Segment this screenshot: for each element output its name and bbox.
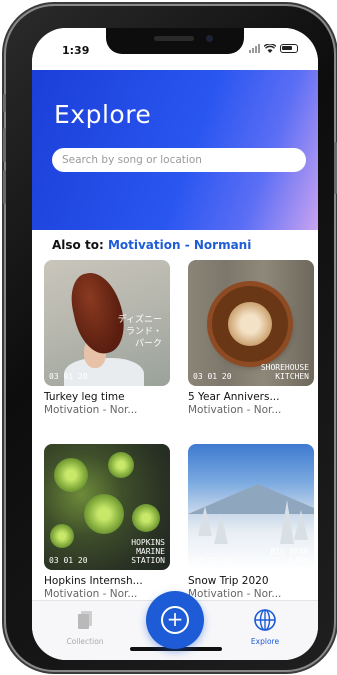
wifi-icon [264, 44, 276, 53]
volume-up-button [3, 128, 6, 162]
phone-frame: 1:39 Explore Also to: Motivation - Norma… [3, 6, 337, 670]
memory-thumbnail: 02 29 20 BIG BEAR LAKE [188, 444, 314, 570]
memory-location: SHOREHOUSE KITCHEN [260, 363, 309, 381]
screen: 1:39 Explore Also to: Motivation - Norma… [32, 28, 318, 660]
notch [106, 28, 244, 54]
memory-subtitle: Motivation - Nor... [44, 404, 138, 416]
search-input[interactable] [52, 148, 306, 172]
memory-date: 02 29 20 [193, 556, 232, 565]
also-to-label: Also to: [52, 238, 104, 252]
memory-location: HOPKINS MARINE STATION [131, 538, 165, 565]
status-icons [249, 44, 298, 53]
memory-card[interactable]: 03 01 20 SHOREHOUSE KITCHEN 5 Year Anniv… [188, 260, 314, 416]
tab-explore-label: Explore [250, 637, 280, 646]
memory-date: 03 01 20 [49, 556, 88, 565]
memory-title: Turkey leg time [44, 391, 125, 403]
signal-icon [249, 44, 260, 53]
tab-collection[interactable]: Collection [50, 609, 120, 646]
memory-subtitle: Motivation - Nor... [188, 404, 282, 416]
collection-icon [78, 611, 92, 629]
playlist-link[interactable]: Motivation - Normani [108, 238, 251, 252]
memory-thumbnail: ディズニー ランド・ パーク 03 01 20 [44, 260, 170, 386]
memory-thumbnail: 03 01 20 HOPKINS MARINE STATION [44, 444, 170, 570]
battery-icon [280, 44, 298, 53]
memory-title: 5 Year Annivers... [188, 391, 280, 403]
front-camera [206, 35, 213, 42]
memory-date: 03 01 20 [193, 372, 232, 381]
plus-icon: + [161, 606, 189, 634]
memory-title: Snow Trip 2020 [188, 575, 269, 587]
also-to-line: Also to: Motivation - Normani [52, 238, 251, 252]
memory-card[interactable]: 02 29 20 BIG BEAR LAKE Snow Trip 2020 Mo… [188, 444, 314, 600]
volume-down-button [3, 170, 6, 204]
add-memory-button[interactable]: + [146, 591, 204, 649]
globe-icon [254, 609, 276, 631]
thumbnail-overlay-text: ディズニー ランド・ パーク [117, 315, 162, 349]
mute-switch [3, 94, 6, 112]
memory-subtitle: Motivation - Nor... [188, 588, 282, 600]
page-title: Explore [54, 100, 152, 129]
memory-location: BIG BEAR LAKE [270, 547, 309, 565]
memory-date: 03 01 20 [49, 372, 88, 381]
memory-card[interactable]: ディズニー ランド・ パーク 03 01 20 Turkey leg time … [44, 260, 170, 416]
memory-subtitle: Motivation - Nor... [44, 588, 138, 600]
memory-thumbnail: 03 01 20 SHOREHOUSE KITCHEN [188, 260, 314, 386]
status-time: 1:39 [62, 44, 90, 57]
tab-explore[interactable]: Explore [230, 609, 300, 646]
tab-collection-label: Collection [66, 637, 104, 646]
speaker-grille [154, 36, 194, 41]
memory-card[interactable]: 03 01 20 HOPKINS MARINE STATION Hopkins … [44, 444, 170, 600]
memory-title: Hopkins Internsh... [44, 575, 143, 587]
